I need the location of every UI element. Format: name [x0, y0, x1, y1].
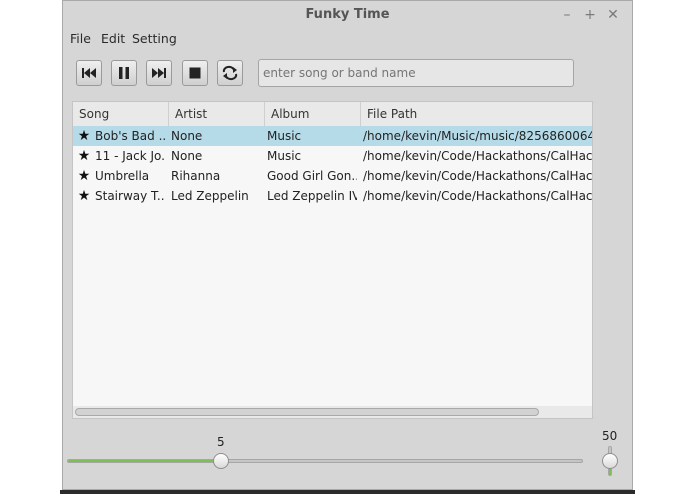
column-album[interactable]: Album	[265, 102, 361, 126]
star-icon: ★	[77, 188, 91, 204]
column-file-path[interactable]: File Path	[361, 102, 592, 126]
path-cell: /home/kevin/Code/Hackathons/CalHacks20	[363, 149, 593, 163]
stop-icon	[189, 67, 201, 79]
minimize-button[interactable]: –	[559, 7, 575, 23]
artist-cell: Rihanna	[171, 169, 221, 183]
app-window: Funky Time – + ✕ File Edit Setting enter…	[62, 0, 633, 490]
song-cell: 11 - Jack Jo...	[95, 149, 165, 163]
menu-edit[interactable]: Edit	[101, 31, 125, 46]
volume-slider-handle[interactable]	[602, 453, 618, 469]
path-cell: /home/kevin/Code/Hackathons/CalHacks20	[363, 189, 593, 203]
table-row[interactable]: ★ Stairway T... Led Zeppelin Led Zeppeli…	[73, 186, 592, 206]
progress-slider[interactable]	[67, 459, 583, 463]
artist-cell: None	[171, 129, 203, 143]
scrollbar-thumb[interactable]	[75, 408, 539, 416]
album-cell: Led Zeppelin IV	[267, 189, 357, 203]
song-cell: Umbrella	[95, 169, 150, 183]
next-button[interactable]	[146, 60, 172, 86]
table-row[interactable]: ★ Bob's Bad ... None Music /home/kevin/M…	[73, 126, 592, 146]
repeat-button[interactable]	[217, 60, 243, 86]
pause-button[interactable]	[111, 60, 137, 86]
desktop-background	[633, 0, 695, 494]
stop-button[interactable]	[182, 60, 208, 86]
repeat-icon	[222, 65, 238, 81]
close-button[interactable]: ✕	[605, 7, 621, 23]
song-cell: Stairway T...	[95, 189, 165, 203]
path-cell: /home/kevin/Code/Hackathons/CalHacks20	[363, 169, 593, 183]
progress-slider-fill	[68, 460, 222, 462]
desktop-background	[0, 0, 62, 494]
artist-cell: Led Zeppelin	[171, 189, 249, 203]
search-input[interactable]	[258, 59, 574, 87]
window-title: Funky Time	[305, 7, 390, 22]
menu-setting[interactable]: Setting	[132, 31, 177, 46]
maximize-button[interactable]: +	[582, 7, 598, 23]
album-cell: Music	[267, 149, 302, 163]
skip-back-icon	[82, 68, 96, 78]
menu-bar: File Edit Setting	[63, 29, 632, 49]
song-cell: Bob's Bad ...	[95, 129, 165, 143]
table-header: Song Artist Album File Path	[73, 102, 592, 127]
star-icon: ★	[77, 128, 91, 144]
column-artist[interactable]: Artist	[169, 102, 265, 126]
horizontal-scrollbar[interactable]	[73, 406, 592, 418]
album-cell: Good Girl Gon...	[267, 169, 357, 183]
title-bar[interactable]: Funky Time – + ✕	[63, 1, 632, 31]
artist-cell: None	[171, 149, 203, 163]
progress-value-label: 5	[217, 435, 225, 449]
previous-button[interactable]	[76, 60, 102, 86]
skip-forward-icon	[152, 68, 166, 78]
star-icon: ★	[77, 168, 91, 184]
song-table: Song Artist Album File Path ★ Bob's Bad …	[72, 101, 593, 419]
star-icon: ★	[77, 148, 91, 164]
volume-value-label: 50	[602, 429, 618, 443]
desktop-background	[60, 490, 635, 494]
pause-icon	[119, 67, 129, 79]
table-row[interactable]: ★ 11 - Jack Jo... None Music /home/kevin…	[73, 146, 592, 166]
column-song[interactable]: Song	[73, 102, 169, 126]
table-row[interactable]: ★ Umbrella Rihanna Good Girl Gon... /hom…	[73, 166, 592, 186]
progress-slider-handle[interactable]	[213, 453, 229, 469]
path-cell: /home/kevin/Music/music/82568600649124	[363, 129, 592, 143]
menu-file[interactable]: File	[70, 31, 91, 46]
album-cell: Music	[267, 129, 302, 143]
